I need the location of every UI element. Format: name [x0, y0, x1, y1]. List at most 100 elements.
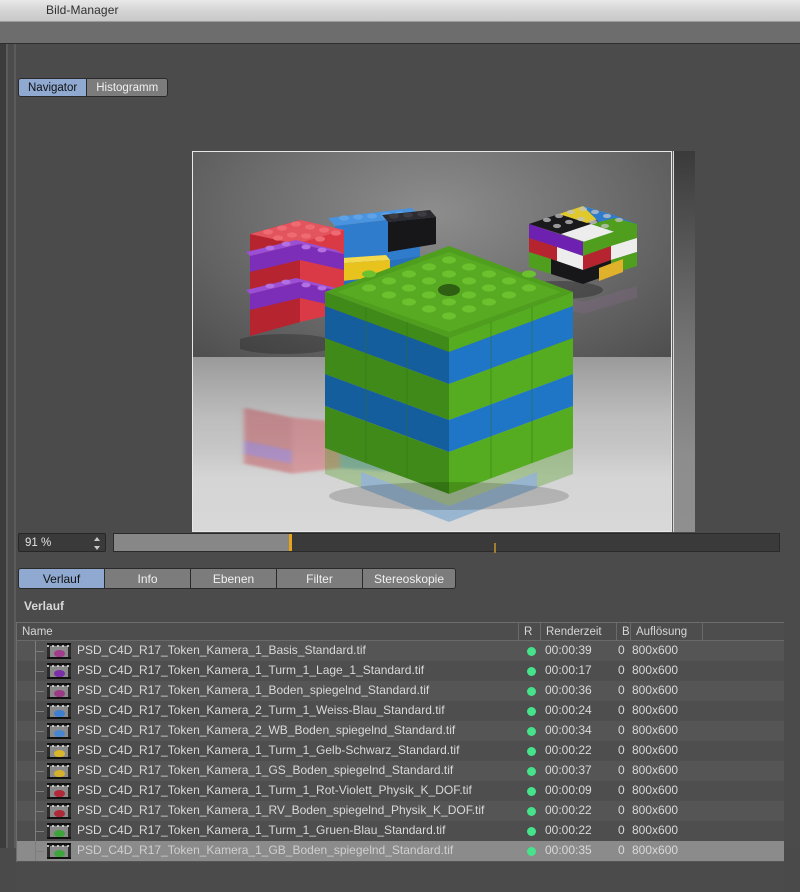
table-row[interactable]: PSD_C4D_R17_Token_Kamera_1_Turm_1_Gruen-…	[17, 821, 784, 841]
tab-verlauf[interactable]: Verlauf	[19, 569, 105, 588]
zoom-slider-knob[interactable]	[289, 534, 292, 551]
tree-connector-elbow	[35, 651, 44, 652]
table-row[interactable]: PSD_C4D_R17_Token_Kamera_1_Turm_1_Gelb-S…	[17, 741, 784, 761]
filmstrip-perforations	[47, 845, 71, 857]
tab-ebenen[interactable]: Ebenen	[191, 569, 277, 588]
zoom-slider-fill	[114, 534, 289, 551]
column-header-renderzeit[interactable]: Renderzeit	[541, 623, 617, 641]
status-dot-ok	[527, 787, 536, 796]
tree-connector-elbow	[35, 771, 44, 772]
filmstrip-perforations	[47, 765, 71, 777]
tree-connector-elbow	[35, 751, 44, 752]
table-row[interactable]: PSD_C4D_R17_Token_Kamera_1_GS_Boden_spie…	[17, 761, 784, 781]
chevron-down-icon[interactable]	[94, 546, 100, 550]
status-dot-ok	[527, 727, 536, 736]
tree-connector-elbow	[35, 731, 44, 732]
tree-connector-elbow	[35, 711, 44, 712]
thumbnail-icon	[47, 683, 71, 699]
cell-render-time: 00:00:22	[545, 803, 592, 817]
panel-tab-row: Verlauf Info Ebenen Filter Stereoskopie	[18, 568, 456, 589]
cell-resolution: 800x600	[632, 663, 679, 677]
table-row[interactable]: PSD_C4D_R17_Token_Kamera_2_WB_Boden_spie…	[17, 721, 784, 741]
column-header-r[interactable]: R	[519, 623, 541, 641]
thumbnail-icon	[47, 703, 71, 719]
tab-info[interactable]: Info	[105, 569, 191, 588]
section-header-verlauf: Verlauf	[16, 596, 784, 616]
cell-b-value: 0	[618, 683, 625, 697]
table-header-row: Name R Renderzeit B Auflösung	[17, 623, 784, 641]
cell-b-value: 0	[618, 763, 625, 777]
table-row[interactable]: PSD_C4D_R17_Token_Kamera_1_GB_Boden_spie…	[17, 841, 784, 861]
table-row[interactable]: PSD_C4D_R17_Token_Kamera_1_Turm_1_Rot-Vi…	[17, 781, 784, 801]
cell-resolution: 800x600	[632, 683, 679, 697]
cell-b-value: 0	[618, 643, 625, 657]
image-preview-area[interactable]	[192, 151, 695, 532]
tab-filter[interactable]: Filter	[277, 569, 363, 588]
tree-connector-elbow	[35, 791, 44, 792]
cell-resolution: 800x600	[632, 843, 679, 857]
image-preview-side-strip	[673, 151, 695, 532]
tab-histogramm[interactable]: Histogramm	[87, 79, 168, 96]
thumbnail-icon	[47, 843, 71, 859]
column-header-b[interactable]: B	[617, 623, 631, 641]
cell-resolution: 800x600	[632, 723, 679, 737]
status-dot-ok	[527, 667, 536, 676]
filmstrip-perforations	[47, 725, 71, 737]
thumbnail-icon	[47, 743, 71, 759]
cell-render-time: 00:00:39	[545, 643, 592, 657]
thumbnail-icon	[47, 783, 71, 799]
tree-connector-elbow	[35, 831, 44, 832]
navigator-tab-row: Navigator Histogramm	[18, 78, 169, 97]
thumbnail-icon	[47, 803, 71, 819]
table-row[interactable]: PSD_C4D_R17_Token_Kamera_2_Turm_1_Weiss-…	[17, 701, 784, 721]
thumbnail-icon	[47, 823, 71, 839]
cell-resolution: 800x600	[632, 783, 679, 797]
tab-navigator[interactable]: Navigator	[19, 79, 88, 96]
cell-resolution: 800x600	[632, 823, 679, 837]
cell-render-time: 00:00:24	[545, 703, 592, 717]
section-header-label: Verlauf	[24, 599, 65, 613]
zoom-stepper[interactable]	[94, 537, 101, 550]
status-dot-ok	[527, 707, 536, 716]
tab-info-label: Info	[137, 571, 158, 586]
cell-render-time: 00:00:09	[545, 783, 592, 797]
status-dot-ok	[527, 847, 536, 856]
zoom-slider-tick	[494, 543, 496, 553]
thumbnail-icon	[47, 763, 71, 779]
toolbar-strip	[0, 22, 800, 44]
cell-file-name: PSD_C4D_R17_Token_Kamera_1_Turm_1_Rot-Vi…	[77, 783, 472, 797]
cell-resolution: 800x600	[632, 803, 679, 817]
app-body: Navigator Histogramm 91 % Verlauf Info E…	[0, 44, 800, 892]
thumbnail-icon	[47, 723, 71, 739]
table-row[interactable]: PSD_C4D_R17_Token_Kamera_1_Turm_1_Lage_1…	[17, 661, 784, 681]
image-preview-frame	[192, 151, 672, 532]
zoom-percent-field[interactable]: 91 %	[18, 533, 106, 552]
cell-resolution: 800x600	[632, 643, 679, 657]
column-header-name[interactable]: Name	[17, 623, 519, 641]
tab-verlauf-label: Verlauf	[42, 571, 81, 586]
cell-b-value: 0	[618, 803, 625, 817]
table-row[interactable]: PSD_C4D_R17_Token_Kamera_1_Boden_spiegel…	[17, 681, 784, 701]
column-header-aufloesung[interactable]: Auflösung	[631, 623, 703, 641]
tab-ebenen-label: Ebenen	[212, 571, 255, 586]
status-dot-ok	[527, 767, 536, 776]
tab-stereoskopie[interactable]: Stereoskopie	[363, 569, 455, 588]
zoom-slider[interactable]	[113, 533, 780, 553]
cell-b-value: 0	[618, 843, 625, 857]
cell-b-value: 0	[618, 823, 625, 837]
cell-render-time: 00:00:34	[545, 723, 592, 737]
chevron-up-icon[interactable]	[94, 537, 100, 541]
cell-file-name: PSD_C4D_R17_Token_Kamera_1_GS_Boden_spie…	[77, 763, 454, 777]
filmstrip-perforations	[47, 685, 71, 697]
cell-render-time: 00:00:17	[545, 663, 592, 677]
cell-file-name: PSD_C4D_R17_Token_Kamera_2_WB_Boden_spie…	[77, 723, 456, 737]
cell-file-name: PSD_C4D_R17_Token_Kamera_1_Turm_1_Gelb-S…	[77, 743, 460, 757]
table-row[interactable]: PSD_C4D_R17_Token_Kamera_1_Basis_Standar…	[17, 641, 784, 661]
cell-render-time: 00:00:36	[545, 683, 592, 697]
tab-filter-label: Filter	[306, 571, 333, 586]
cell-b-value: 0	[618, 723, 625, 737]
cell-resolution: 800x600	[632, 743, 679, 757]
rendered-scene	[193, 152, 671, 531]
status-dot-ok	[527, 747, 536, 756]
table-row[interactable]: PSD_C4D_R17_Token_Kamera_1_RV_Boden_spie…	[17, 801, 784, 821]
